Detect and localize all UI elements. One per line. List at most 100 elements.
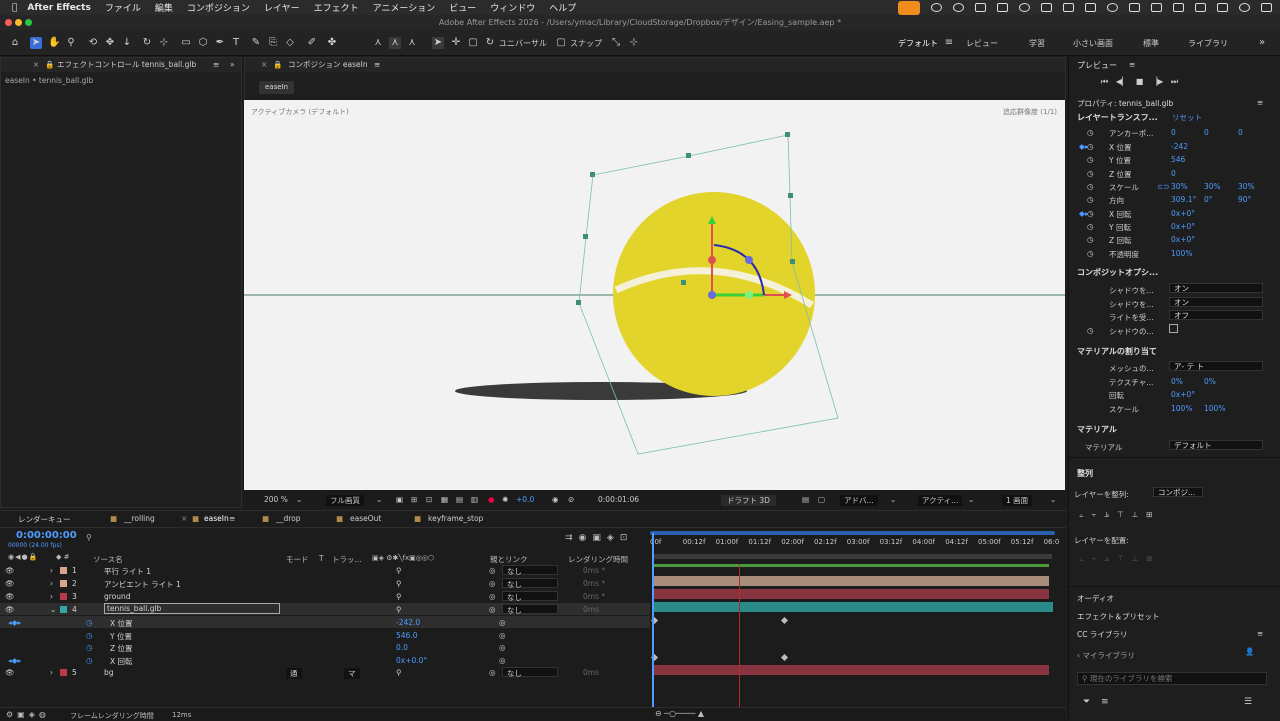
bg-mode-select[interactable]: 通 [286,668,302,679]
channel-icon[interactable]: ▤ [456,495,463,504]
zoom-window-icon[interactable] [25,19,32,26]
anchor-tool-icon[interactable]: ⊹ [158,37,170,49]
expand-chevron-icon[interactable]: › [50,592,53,601]
first-frame-icon[interactable]: ⏮ [1101,77,1108,86]
transparency-icon[interactable]: ▦ [441,495,448,504]
panel-menu-icon[interactable]: ≡ [374,58,380,72]
snap-grid-icon[interactable]: ⊹ [628,37,640,49]
menu-edit[interactable]: 編集 [155,1,173,14]
menu-composition[interactable]: コンポジション [187,1,250,14]
bg-track-select[interactable]: マ [344,668,360,679]
close-window-icon[interactable] [5,19,12,26]
comp-nav-easein[interactable]: easeIn [259,81,295,94]
layer-row-2[interactable]: 👁 › 2 アンビエント ライト 1 ⚲ ◎ なし 0ms * [0,577,650,589]
material-select[interactable]: デフォルト [1169,440,1263,450]
view-icon[interactable]: ▢ [818,495,825,504]
transform-value-1-0[interactable]: -242 [1171,142,1188,151]
filter-icon[interactable]: ⏷ [1083,697,1090,707]
record-icon[interactable] [931,3,942,12]
align-buttons[interactable]: ⫠⫟⫡⊤⊥⊞ [1079,510,1160,520]
cc-libraries-panel[interactable]: CC ライブラリ [1077,629,1127,640]
layer-row-5[interactable]: 👁 › 5 bg ⚲ ◎ なし 0ms 通 マ [0,666,650,679]
menu-view[interactable]: ビュー [449,1,476,14]
workspace-menu-icon[interactable]: ≡ [943,37,955,49]
keyframe-nav-icon[interactable]: ◆▸ [1079,209,1089,218]
pick-whip-icon[interactable]: ◎ [489,668,496,677]
expand-chevron-icon[interactable]: › [50,579,53,588]
pen-tool-icon[interactable]: ✒ [214,37,226,49]
rotate-tool-icon[interactable]: ↻ [141,37,153,49]
ground-bar[interactable] [653,589,1049,599]
label-color[interactable] [60,567,67,574]
transform-value-8-0[interactable]: 0x+0° [1171,235,1195,244]
eye-icon[interactable]: 👁 [5,579,15,588]
stopwatch-icon[interactable]: ◷ [1087,195,1094,204]
menu-help[interactable]: ヘルプ [549,1,576,14]
label-color[interactable] [60,580,67,587]
stopwatch-icon[interactable]: ◷ [1087,222,1094,231]
shy-icon[interactable]: ⚲ [396,605,402,614]
time-ruler[interactable]: 00f 00:12f 01:00f 01:12f 02:00f 02:12f 03:00f 0… [650,531,1059,551]
workspace-default[interactable]: デフォルト [898,38,938,49]
type-tool-icon[interactable]: T [230,37,242,49]
property-value[interactable]: -242.0 [396,618,420,627]
volume-icon[interactable] [1151,3,1162,12]
composite-select-1[interactable]: オン [1169,296,1263,307]
keyframe[interactable] [780,616,789,625]
layer-name[interactable]: 平行 ライト 1 [104,566,151,577]
transform-value-5-0[interactable]: 309.1° [1171,195,1196,204]
exposure-icon[interactable]: ✺ [502,495,508,504]
cast-icon[interactable] [997,3,1008,12]
transform-value-0-0[interactable]: 0 [1171,128,1176,137]
workspace-review[interactable]: レビュー [966,38,998,49]
panel-menu-icon[interactable]: ≡ [229,514,235,523]
menu-file[interactable]: ファイル [105,1,141,14]
tab-drop[interactable]: __drop [276,514,301,523]
expression-icon[interactable]: ◎ [499,631,506,640]
transform-value-0-2[interactable]: 0 [1238,128,1243,137]
menu-animation[interactable]: アニメーション [373,1,436,14]
snapshot-icon[interactable]: ◉ [552,495,559,504]
sort-icon[interactable]: ≡ [1101,697,1109,707]
rotate-gizmo-icon[interactable]: ↻ [484,37,496,49]
zoom-tool-icon[interactable]: ⚲ [65,37,77,49]
scale-value-1[interactable]: 100% [1171,404,1192,413]
orbit-tool-icon[interactable]: ⟲ [87,37,99,49]
light-1-bar[interactable] [653,564,1049,567]
last-frame-icon[interactable]: ⏭ [1171,77,1178,86]
layer-name[interactable]: アンビエント ライト 1 [104,579,181,590]
camera-select[interactable]: アクティ... [918,495,963,506]
stopwatch-icon[interactable]: ◷ [1087,249,1094,258]
expand-panel-icon[interactable]: » [230,58,235,72]
layer-row-3[interactable]: 👁 › 3 ground ⚲ ◎ なし 0ms * [0,590,650,602]
workspace-library[interactable]: ライブラリ [1188,38,1228,49]
snap-checkbox[interactable]: ▢ [555,37,567,49]
bluetooth-icon[interactable] [1173,3,1184,12]
chevron-down-icon[interactable]: ⌄ [968,495,974,504]
transform-value-3-0[interactable]: 0 [1171,169,1176,178]
property-value[interactable]: 546.0 [396,631,417,640]
views-select[interactable]: 1 画面 [1002,495,1033,506]
shy-icon[interactable]: ⚲ [396,592,402,601]
play-icon[interactable] [1041,3,1052,12]
expand-chevron-icon[interactable]: › [50,566,53,575]
tab-rolling[interactable]: __rolling [124,514,155,523]
stopwatch-icon[interactable]: ◷ [86,643,93,652]
eye-icon[interactable]: 👁 [5,668,15,677]
timeline-timecode[interactable]: 0:00:00:00 [16,530,77,541]
current-time[interactable]: 0:00:01:06 [598,495,639,504]
puppet-tool-icon[interactable]: ✤ [326,37,338,49]
layer-row-4[interactable]: 👁 ⌄ 4 tennis_ball.glb ⚲ ◎ なし 0ms [0,603,650,615]
expression-icon[interactable]: ◎ [499,643,506,652]
eye-icon[interactable]: 👁 [5,566,15,575]
search-icon[interactable] [1239,3,1250,12]
transform-value-6-0[interactable]: 0x+0° [1171,209,1195,218]
parent-select[interactable]: なし [502,591,558,602]
expression-icon[interactable]: ◎ [499,618,506,627]
label-color[interactable] [60,606,67,613]
effect-controls-tab[interactable]: × 🔒 エフェクトコントロール tennis_ball.glb ≡ » [1,58,241,72]
expression-icon[interactable]: ◎ [499,656,506,665]
pick-whip-icon[interactable]: ◎ [489,592,496,601]
property-value[interactable]: 0.0 [396,643,408,652]
screen-icon[interactable] [1085,3,1096,12]
